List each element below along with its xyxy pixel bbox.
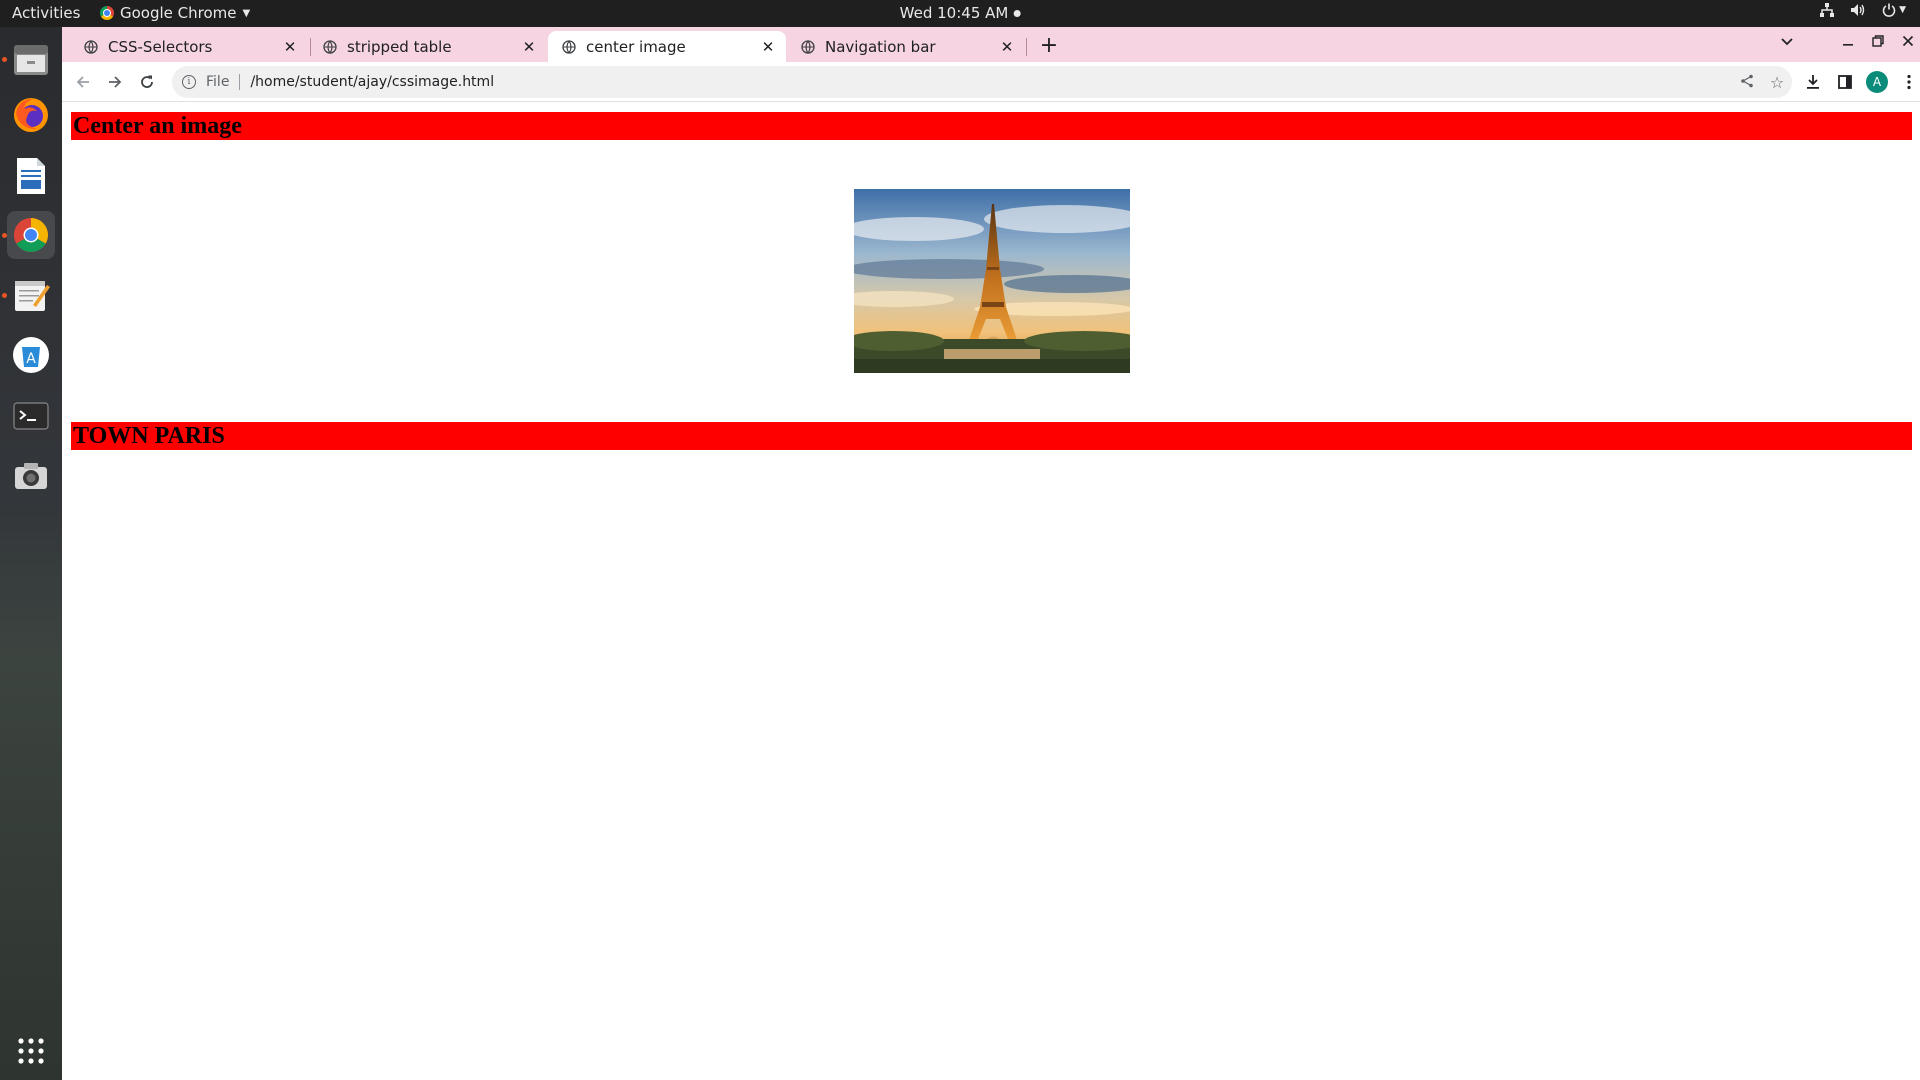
close-tab-icon[interactable]: ✕ [999,38,1015,56]
kebab-menu-icon[interactable] [1896,69,1920,95]
network-icon[interactable] [1820,3,1835,17]
close-window-icon[interactable] [1902,33,1914,51]
window-controls [1780,33,1914,51]
system-tray[interactable]: ▼ [1820,3,1906,17]
writer-icon[interactable] [7,152,55,200]
globe-icon [801,39,815,54]
firefox-icon[interactable] [7,91,55,139]
page-heading: Center an image [71,112,1912,140]
url-text[interactable]: /home/student/ajay/cssimage.html [250,74,1732,90]
caret-down-icon: ▼ [242,7,251,19]
running-indicator [2,293,7,298]
clock[interactable]: Wed 10:45 AM [900,4,1021,22]
dock: A [0,27,62,1080]
close-tab-icon[interactable]: ✕ [760,38,776,56]
side-panel-icon[interactable] [1832,69,1858,95]
reload-button[interactable] [134,69,160,95]
tab-css-selectors[interactable]: CSS-Selectors ✕ [70,31,308,62]
caret-down-icon: ▼ [1899,5,1906,15]
software-center-icon[interactable]: A [7,331,55,379]
file-scheme-label: File [206,74,230,90]
back-button[interactable] [70,69,96,95]
new-tab-button[interactable]: + [1036,33,1062,58]
tab-title: CSS-Selectors [108,37,213,56]
globe-icon [562,39,576,54]
tab-search-icon[interactable] [1780,33,1794,51]
arrow-left-icon [76,76,89,88]
avatar: A [1866,71,1888,93]
tab-title: center image [586,37,686,56]
share-icon[interactable] [1732,73,1762,92]
eiffel-tower-image [854,189,1130,373]
tab-separator [1026,38,1027,56]
site-info-icon[interactable]: i [182,75,196,89]
chrome-small-icon [100,6,114,20]
profile-avatar[interactable]: A [1864,69,1890,95]
town-heading: TOWN PARIS [71,422,1912,450]
address-bar[interactable]: i File /home/student/ajay/cssimage.html … [172,66,1792,98]
address-divider [239,74,241,90]
running-indicator [2,233,7,238]
tab-navigation-bar[interactable]: Navigation bar ✕ [787,31,1025,62]
tab-strip: CSS-Selectors ✕ stripped table ✕ center … [62,27,1920,62]
close-tab-icon[interactable]: ✕ [282,38,298,56]
download-icon[interactable] [1800,69,1826,95]
globe-icon [84,39,98,54]
notification-dot-icon [1013,9,1021,17]
volume-icon[interactable] [1850,3,1866,17]
camera-icon[interactable] [7,452,55,500]
tab-title: Navigation bar [825,37,936,56]
bookmark-star-icon[interactable]: ☆ [1762,73,1792,92]
clock-text: Wed 10:45 AM [899,4,1009,22]
chrome-icon[interactable] [7,211,55,259]
terminal-icon[interactable] [7,392,55,440]
running-indicator [2,57,7,62]
page-viewport: Center an image TOWN PARIS [62,102,1920,1080]
arrow-right-icon [109,76,122,88]
svg-text:A: A [26,351,36,367]
reload-icon [141,75,153,88]
text-editor-icon[interactable] [7,271,55,319]
tab-center-image[interactable]: center image ✕ [548,31,786,62]
show-apps-icon[interactable] [7,1027,55,1075]
tab-title: stripped table [347,37,452,56]
activities-button[interactable]: Activities [12,4,80,22]
forward-button[interactable] [102,69,128,95]
restore-icon[interactable] [1872,33,1884,51]
files-icon[interactable] [7,35,55,83]
app-menu[interactable]: Google Chrome ▼ [100,4,250,22]
globe-icon [323,39,337,54]
tab-stripped-table[interactable]: stripped table ✕ [309,31,547,62]
app-name: Google Chrome [120,4,237,22]
close-tab-icon[interactable]: ✕ [521,38,537,56]
minimize-icon[interactable] [1842,33,1854,51]
system-top-bar: Activities Google Chrome ▼ Wed 10:45 AM … [0,0,1920,27]
browser-toolbar: i File /home/student/ajay/cssimage.html … [62,62,1920,102]
power-icon[interactable]: ▼ [1882,3,1906,17]
